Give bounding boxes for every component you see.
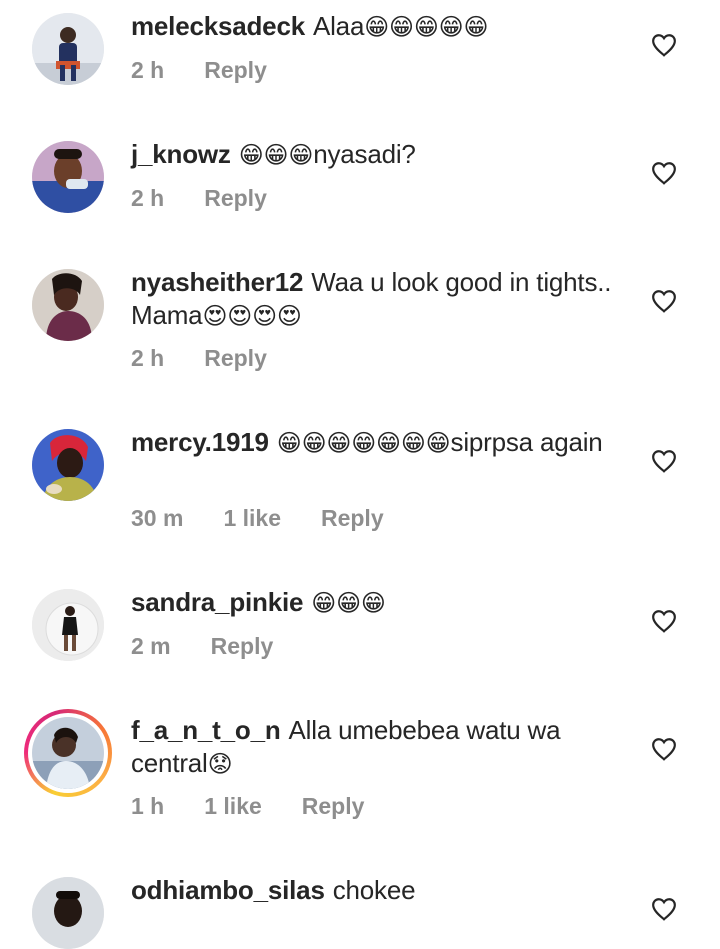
comment-emojis: 😁😁😁 xyxy=(311,590,386,617)
like-heart-icon[interactable] xyxy=(651,897,677,921)
comment-time: 2 h xyxy=(131,185,165,211)
like-heart-icon[interactable] xyxy=(651,737,677,761)
avatar[interactable] xyxy=(32,589,104,661)
comment-username[interactable]: nyasheither12 xyxy=(131,267,303,297)
comment-emojis: 😁😁😁😁😁😁😁 xyxy=(276,430,451,457)
reply-button[interactable]: Reply xyxy=(204,57,267,84)
comment-meta: 1 h 1 like Reply xyxy=(131,793,364,820)
comment-message: chokee xyxy=(332,875,416,905)
comment-text: f_a_n_t_o_n Alla umebebea watu wa central… xyxy=(131,714,631,781)
comment-time: 1 h xyxy=(131,793,165,819)
avatar[interactable] xyxy=(32,429,104,501)
comment-message: siprpsa again xyxy=(450,427,603,457)
comment-message: Alaa xyxy=(312,11,365,41)
comment-likes-count[interactable]: 1 like xyxy=(204,793,262,820)
comment-emojis: 😁😁😁😁😁 xyxy=(364,14,489,41)
avatar-story-ring[interactable] xyxy=(24,709,112,797)
comment-emojis: 😟 xyxy=(207,751,233,778)
comment-item: f_a_n_t_o_n Alla umebebea watu wa central… xyxy=(0,704,720,864)
comment-meta: 2 m Reply xyxy=(131,633,273,660)
comment-meta: 2 h Reply xyxy=(131,57,267,84)
comment-emojis: 😍😍😍😍 xyxy=(202,303,302,330)
comment-text: odhiambo_silas chokee xyxy=(131,874,631,907)
comment-time: 30 m xyxy=(131,505,184,531)
comment-text: mercy.1919 😁😁😁😁😁😁😁siprpsa again xyxy=(131,426,631,460)
comment-item: nyasheither12 Waa u look good in tights..… xyxy=(0,256,720,416)
comment-item: odhiambo_silas chokee xyxy=(0,864,720,949)
comment-meta: 30 m 1 like Reply xyxy=(131,505,384,532)
comment-text: melecksadeck Alaa😁😁😁😁😁 xyxy=(131,10,631,44)
reply-button[interactable]: Reply xyxy=(321,505,384,532)
comment-meta: 2 h Reply xyxy=(131,345,267,372)
comment-item: melecksadeck Alaa😁😁😁😁😁 2 h Reply xyxy=(0,0,720,128)
comment-likes-count[interactable]: 1 like xyxy=(223,505,281,532)
comment-time: 2 h xyxy=(131,57,165,83)
like-heart-icon[interactable] xyxy=(651,161,677,185)
comment-meta: 2 h Reply xyxy=(131,185,267,212)
comment-item: j_knowz 😁😁😁nyasadi? 2 h Reply xyxy=(0,128,720,256)
comment-time: 2 m xyxy=(131,633,171,659)
comment-username[interactable]: sandra_pinkie xyxy=(131,587,303,617)
comment-text: sandra_pinkie 😁😁😁 xyxy=(131,586,631,620)
comment-text: nyasheither12 Waa u look good in tights..… xyxy=(131,266,631,333)
comment-text: j_knowz 😁😁😁nyasadi? xyxy=(131,138,631,172)
comment-username[interactable]: j_knowz xyxy=(131,139,231,169)
like-heart-icon[interactable] xyxy=(651,33,677,57)
reply-button[interactable]: Reply xyxy=(204,345,267,372)
comment-emojis: 😁😁😁 xyxy=(238,142,314,169)
comment-username[interactable]: melecksadeck xyxy=(131,11,305,41)
reply-button[interactable]: Reply xyxy=(204,185,267,212)
like-heart-icon[interactable] xyxy=(651,449,677,473)
reply-button[interactable]: Reply xyxy=(211,633,274,660)
comment-username[interactable]: f_a_n_t_o_n xyxy=(131,715,281,745)
comment-username[interactable]: odhiambo_silas xyxy=(131,875,325,905)
avatar[interactable] xyxy=(32,13,104,85)
comment-message: nyasadi? xyxy=(313,139,416,169)
avatar[interactable] xyxy=(32,141,104,213)
reply-button[interactable]: Reply xyxy=(302,793,365,820)
comment-item: mercy.1919 😁😁😁😁😁😁😁siprpsa again 30 m 1 li… xyxy=(0,416,720,576)
comment-time: 2 h xyxy=(131,345,165,371)
avatar[interactable] xyxy=(32,877,104,949)
comment-username[interactable]: mercy.1919 xyxy=(131,427,269,457)
like-heart-icon[interactable] xyxy=(651,289,677,313)
comment-item: sandra_pinkie 😁😁😁 2 m Reply xyxy=(0,576,720,704)
avatar[interactable] xyxy=(32,269,104,341)
like-heart-icon[interactable] xyxy=(651,609,677,633)
